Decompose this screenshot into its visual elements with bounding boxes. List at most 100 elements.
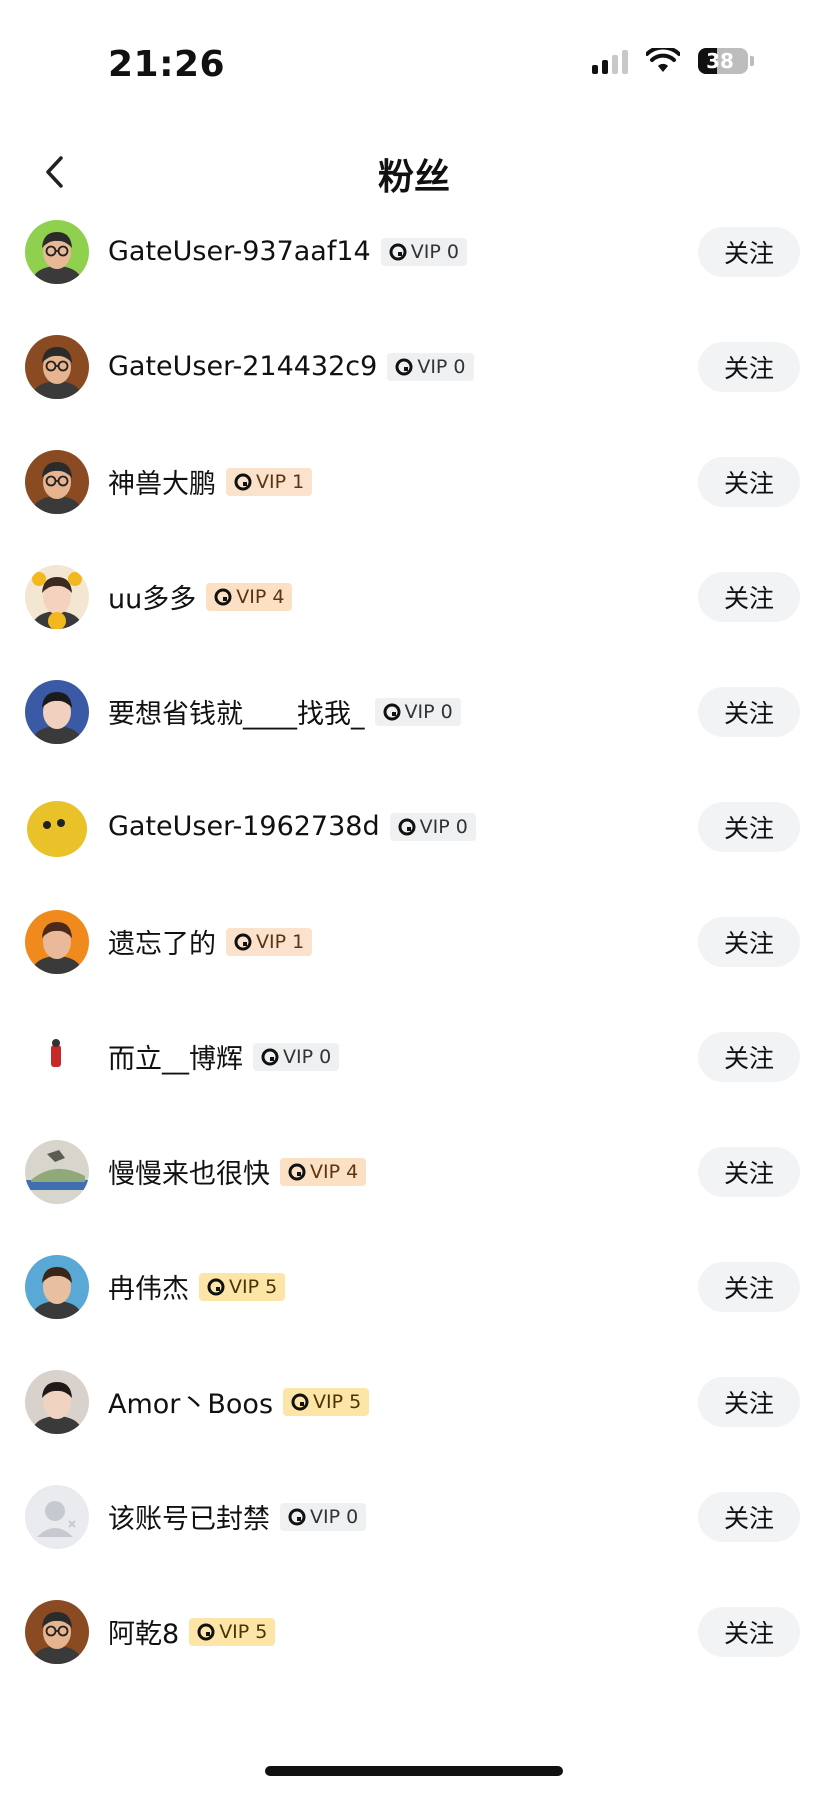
follower-name[interactable]: 遗忘了的 [108, 922, 216, 961]
battery-icon: 38 [698, 48, 754, 74]
follow-button[interactable]: 关注 [698, 801, 800, 852]
name-group: 冉伟杰 VIP 5 [108, 1267, 286, 1306]
vip-badge: VIP 0 [380, 237, 467, 266]
avatar[interactable] [25, 219, 89, 284]
follower-row[interactable]: 慢慢来也很快 VIP 4 关注 [0, 1114, 828, 1229]
vip-badge-icon [288, 1163, 306, 1180]
follower-name[interactable]: Amor丶Boos [108, 1382, 273, 1421]
avatar[interactable] [25, 449, 89, 514]
name-group: Amor丶Boos VIP 5 [108, 1382, 370, 1421]
vip-badge: VIP 1 [226, 927, 313, 956]
vip-badge-icon [207, 1278, 225, 1295]
follower-name[interactable]: 阿乾8 [108, 1612, 179, 1651]
follower-row[interactable]: 遗忘了的 VIP 1 关注 [0, 884, 828, 999]
status-bar: 21:26 38 [0, 0, 828, 135]
vip-badge: VIP 4 [280, 1157, 367, 1186]
vip-badge: VIP 5 [283, 1387, 370, 1416]
follower-row[interactable]: 要想省钱就____找我_ VIP 0 关注 [0, 654, 828, 769]
follow-button[interactable]: 关注 [698, 686, 800, 737]
follower-row[interactable]: Amor丶Boos VIP 5 关注 [0, 1344, 828, 1459]
avatar[interactable] [25, 909, 89, 974]
follow-button[interactable]: 关注 [698, 1376, 800, 1427]
vip-badge-icon [234, 933, 252, 950]
vip-label: VIP 0 [410, 240, 459, 263]
vip-badge: VIP 1 [226, 467, 313, 496]
name-group: 而立__博辉 VIP 0 [108, 1037, 340, 1076]
follower-row[interactable]: 冉伟杰 VIP 5 关注 [0, 1229, 828, 1344]
vip-badge: VIP 0 [253, 1042, 340, 1071]
follower-name[interactable]: 冉伟杰 [108, 1267, 189, 1306]
follow-button[interactable]: 关注 [698, 1491, 800, 1542]
follower-row[interactable]: GateUser-937aaf14 VIP 0 关注 [0, 194, 828, 309]
name-group: GateUser-214432c9 VIP 0 [108, 351, 474, 382]
follower-name[interactable]: GateUser-937aaf14 [108, 236, 371, 267]
vip-label: VIP 0 [404, 700, 453, 723]
cellular-signal-icon [592, 48, 628, 74]
follow-button[interactable]: 关注 [698, 571, 800, 622]
vip-badge-icon [234, 473, 252, 490]
avatar[interactable] [25, 679, 89, 744]
name-group: 阿乾8 VIP 5 [108, 1612, 276, 1651]
vip-badge: VIP 0 [374, 697, 461, 726]
follow-button[interactable]: 关注 [698, 1606, 800, 1657]
follower-row[interactable]: 该账号已封禁 VIP 0 关注 [0, 1459, 828, 1574]
vip-badge: VIP 0 [387, 352, 474, 381]
vip-label: VIP 4 [310, 1160, 359, 1183]
follow-button[interactable]: 关注 [698, 226, 800, 277]
follower-name[interactable]: uu多多 [108, 577, 196, 616]
followers-list: GateUser-937aaf14 VIP 0 关注 GateUser-2144… [0, 194, 828, 1689]
avatar[interactable] [25, 1484, 89, 1549]
follower-row[interactable]: GateUser-214432c9 VIP 0 关注 [0, 309, 828, 424]
vip-badge-icon [395, 358, 413, 375]
avatar[interactable] [25, 1139, 89, 1204]
avatar[interactable] [25, 794, 89, 859]
follow-button[interactable]: 关注 [698, 1261, 800, 1312]
battery-percent: 38 [706, 49, 734, 73]
vip-label: VIP 0 [417, 355, 466, 378]
follow-button[interactable]: 关注 [698, 1146, 800, 1197]
avatar[interactable] [25, 1369, 89, 1434]
follower-name[interactable]: 慢慢来也很快 [108, 1152, 270, 1191]
vip-label: VIP 5 [229, 1275, 278, 1298]
follower-row[interactable]: 阿乾8 VIP 5 关注 [0, 1574, 828, 1689]
vip-badge-icon [261, 1048, 279, 1065]
vip-label: VIP 4 [236, 585, 285, 608]
follower-name[interactable]: 该账号已封禁 [108, 1497, 270, 1536]
follower-name[interactable]: GateUser-214432c9 [108, 351, 377, 382]
vip-badge-icon [383, 703, 400, 720]
follower-row[interactable]: uu多多 VIP 4 关注 [0, 539, 828, 654]
follower-name[interactable]: 而立__博辉 [108, 1037, 243, 1076]
follow-button[interactable]: 关注 [698, 916, 800, 967]
follower-name[interactable]: GateUser-1962738d [108, 811, 380, 842]
vip-badge-icon [197, 1623, 215, 1640]
vip-badge-icon [288, 1508, 306, 1525]
vip-badge: VIP 0 [389, 812, 476, 841]
name-group: 该账号已封禁 VIP 0 [108, 1497, 367, 1536]
follower-name[interactable]: 神兽大鹏 [108, 462, 216, 501]
avatar[interactable] [25, 1254, 89, 1319]
follower-row[interactable]: 而立__博辉 VIP 0 关注 [0, 999, 828, 1114]
avatar[interactable] [25, 564, 89, 629]
vip-badge-icon [291, 1393, 309, 1410]
status-time: 21:26 [108, 44, 226, 85]
avatar[interactable] [25, 1599, 89, 1664]
name-group: 神兽大鹏 VIP 1 [108, 462, 313, 501]
follower-row[interactable]: 神兽大鹏 VIP 1 关注 [0, 424, 828, 539]
vip-badge-icon [389, 243, 407, 260]
status-icons: 38 [592, 48, 754, 74]
avatar[interactable] [25, 1024, 89, 1089]
vip-label: VIP 0 [283, 1045, 332, 1068]
follow-button[interactable]: 关注 [698, 341, 800, 392]
vip-label: VIP 0 [419, 815, 468, 838]
vip-badge: VIP 0 [280, 1502, 367, 1531]
follower-name[interactable]: 要想省钱就____找我_ [108, 692, 365, 731]
home-indicator [265, 1766, 563, 1776]
vip-label: VIP 5 [313, 1390, 362, 1413]
follower-row[interactable]: GateUser-1962738d VIP 0 关注 [0, 769, 828, 884]
avatar[interactable] [25, 334, 89, 399]
name-group: GateUser-1962738d VIP 0 [108, 811, 476, 842]
vip-badge-icon [398, 818, 416, 835]
follow-button[interactable]: 关注 [698, 456, 800, 507]
vip-label: VIP 1 [256, 470, 305, 493]
follow-button[interactable]: 关注 [698, 1031, 800, 1082]
